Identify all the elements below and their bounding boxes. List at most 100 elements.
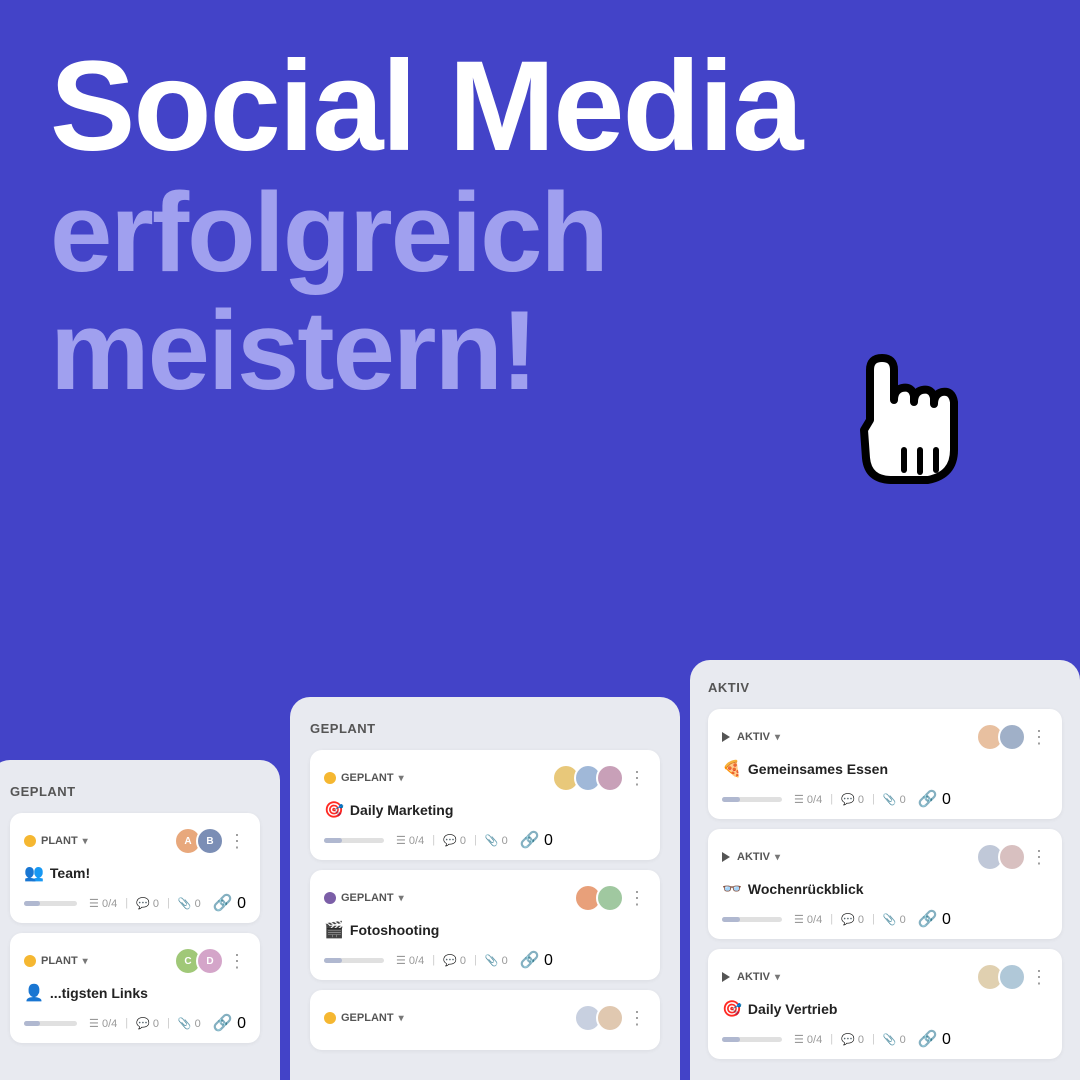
chevron-down-icon: ▾	[399, 893, 404, 904]
links-count: 🔗 0	[213, 1013, 246, 1033]
progress-fill	[24, 1021, 40, 1026]
task-card-daily-marketing[interactable]: GEPLANT ▾ ⋮ 🎯 Daily Marketing	[310, 750, 660, 860]
status-badge: PLANT ▾	[24, 835, 88, 847]
chevron-down-icon: ▾	[775, 972, 780, 983]
more-options-icon[interactable]: ⋮	[228, 951, 246, 972]
hero-line2: erfolgreich	[50, 174, 1030, 292]
card-left: GEPLANT PLANT ▾ A B ⋮ 👥 Team	[0, 760, 280, 1080]
right-column-title: AKTIV	[708, 680, 1062, 695]
task-title: 👥 Team!	[24, 863, 246, 883]
task-emoji: 👓	[722, 879, 742, 899]
links-count: 🔗 0	[918, 1029, 951, 1049]
links-count: 🔗 0	[918, 909, 951, 929]
progress-fill	[722, 917, 740, 922]
badge-dot	[24, 955, 36, 967]
links-count: 🔗 0	[213, 893, 246, 913]
task-avatars	[574, 884, 624, 912]
more-options-icon[interactable]: ⋮	[628, 888, 646, 909]
cards-area: GEPLANT PLANT ▾ A B ⋮ 👥 Team	[0, 650, 1080, 1080]
chevron-down-icon: ▾	[399, 1013, 404, 1024]
chevron-down-icon: ▾	[83, 836, 88, 847]
task-card-gemeinsames-essen[interactable]: AKTIV ▾ ⋮ 🍕 Gemeinsames Essen	[708, 709, 1062, 819]
task-meta: ☰ 0/4 | 💬 0 | 📎 0	[396, 954, 508, 967]
status-badge: AKTIV ▾	[722, 971, 780, 983]
task-title: 🎯 Daily Marketing	[324, 800, 646, 820]
avatar: D	[196, 947, 224, 975]
status-badge: AKTIV ▾	[722, 851, 780, 863]
avatar	[998, 963, 1026, 991]
more-options-icon[interactable]: ⋮	[628, 1008, 646, 1029]
task-footer: ☰ 0/4 | 💬 0 | 📎 0 🔗 0	[24, 1013, 246, 1033]
task-title: 👤 ...tigsten Links	[24, 983, 246, 1003]
task-avatars	[574, 1004, 624, 1032]
task-title: 🍕 Gemeinsames Essen	[722, 759, 1048, 779]
more-options-icon[interactable]: ⋮	[1030, 967, 1048, 988]
progress-fill	[324, 958, 342, 963]
progress-bar	[24, 1021, 77, 1026]
more-options-icon[interactable]: ⋮	[1030, 727, 1048, 748]
middle-column-title: GEPLANT	[310, 721, 660, 736]
task-avatars: A B	[174, 827, 224, 855]
play-icon	[722, 972, 730, 982]
task-meta: ☰ 0/4 | 💬 0 | 📎 0	[794, 793, 906, 806]
progress-fill	[722, 1037, 740, 1042]
progress-fill	[324, 838, 342, 843]
task-emoji: 🎯	[324, 800, 344, 820]
task-avatars	[552, 764, 624, 792]
avatar	[998, 843, 1026, 871]
progress-bar	[324, 838, 384, 843]
badge-dot	[24, 835, 36, 847]
badge-dot	[324, 772, 336, 784]
task-card-left-2[interactable]: PLANT ▾ C D ⋮ 👤 ...tigsten Links	[10, 933, 260, 1043]
chevron-down-icon: ▾	[775, 852, 780, 863]
task-footer: ☰ 0/4 | 💬 0 | 📎 0 🔗 0	[24, 893, 246, 913]
task-card-middle-3[interactable]: GEPLANT ▾ ⋮	[310, 990, 660, 1050]
task-emoji: 🎬	[324, 920, 344, 940]
progress-fill	[722, 797, 740, 802]
status-badge: AKTIV ▾	[722, 731, 780, 743]
progress-fill	[24, 901, 40, 906]
chevron-down-icon: ▾	[399, 773, 404, 784]
left-column-title: GEPLANT	[10, 784, 260, 799]
task-meta: ☰ 0/4 | 💬 0 | 📎 0	[794, 1033, 906, 1046]
avatar: B	[196, 827, 224, 855]
task-avatars: C D	[174, 947, 224, 975]
links-count: 🔗 0	[520, 950, 553, 970]
task-meta: ☰ 0/4 | 💬 0 | 📎 0	[794, 913, 906, 926]
more-options-icon[interactable]: ⋮	[228, 831, 246, 852]
status-badge: GEPLANT ▾	[324, 892, 404, 904]
status-badge: PLANT ▾	[24, 955, 88, 967]
task-title: 🎬 Fotoshooting	[324, 920, 646, 940]
task-title: 🎯 Daily Vertrieb	[722, 999, 1048, 1019]
status-badge: GEPLANT ▾	[324, 772, 404, 784]
task-emoji: 🍕	[722, 759, 742, 779]
task-meta: ☰ 0/4 | 💬 0 | 📎 0	[89, 897, 201, 910]
chevron-down-icon: ▾	[775, 732, 780, 743]
badge-dot	[324, 1012, 336, 1024]
task-card-fotoshooting[interactable]: GEPLANT ▾ ⋮ 🎬 Fotoshooting	[310, 870, 660, 980]
avatar	[596, 764, 624, 792]
card-right: AKTIV AKTIV ▾ ⋮ 🍕 Gemeinsa	[690, 660, 1080, 1080]
task-avatars	[976, 963, 1026, 991]
card-middle: GEPLANT GEPLANT ▾ ⋮ 🎯	[290, 697, 680, 1080]
avatar	[596, 1004, 624, 1032]
task-footer: ☰ 0/4 | 💬 0 | 📎 0 🔗 0	[722, 909, 1048, 929]
task-card-left-1[interactable]: PLANT ▾ A B ⋮ 👥 Team!	[10, 813, 260, 923]
progress-bar	[324, 958, 384, 963]
task-emoji: 👥	[24, 863, 44, 883]
task-emoji: 👤	[24, 983, 44, 1003]
task-footer: ☰ 0/4 | 💬 0 | 📎 0 🔗 0	[722, 789, 1048, 809]
task-card-daily-vertrieb[interactable]: AKTIV ▾ ⋮ 🎯 Daily Vertrieb	[708, 949, 1062, 1059]
play-icon	[722, 732, 730, 742]
more-options-icon[interactable]: ⋮	[628, 768, 646, 789]
task-footer: ☰ 0/4 | 💬 0 | 📎 0 🔗 0	[324, 950, 646, 970]
progress-bar	[24, 901, 77, 906]
task-avatars	[976, 843, 1026, 871]
task-card-wochenrueckblick[interactable]: AKTIV ▾ ⋮ 👓 Wochenrückblick	[708, 829, 1062, 939]
more-options-icon[interactable]: ⋮	[1030, 847, 1048, 868]
progress-bar	[722, 797, 782, 802]
hero-line1: Social Media	[50, 40, 1030, 174]
hand-cursor-icon	[840, 310, 1000, 490]
links-count: 🔗 0	[520, 830, 553, 850]
task-meta: ☰ 0/4 | 💬 0 | 📎 0	[89, 1017, 201, 1030]
